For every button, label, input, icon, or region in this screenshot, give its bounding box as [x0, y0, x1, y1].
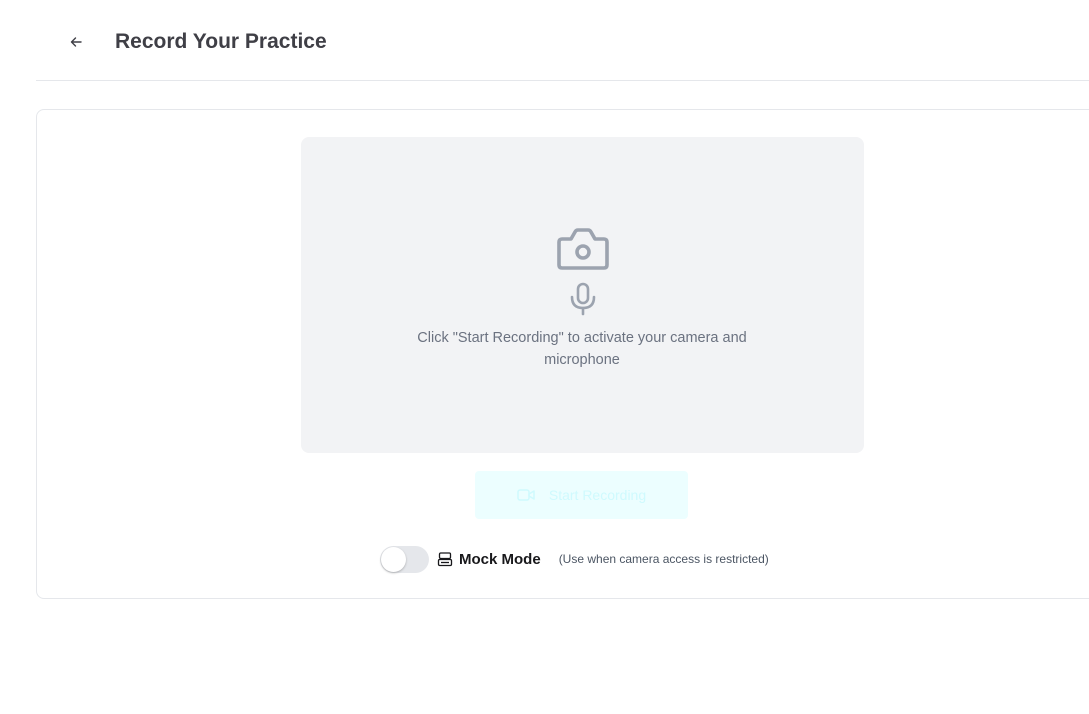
camera-preview: Click "Start Recording" to activate your…: [301, 137, 864, 453]
page-title: Record Your Practice: [115, 30, 327, 53]
mock-mode-note: (Use when camera access is restricted): [558, 552, 769, 566]
toggle-knob: [381, 546, 406, 572]
mock-mode-toggle[interactable]: [380, 545, 429, 573]
mock-mode-label: Mock Mode: [459, 550, 541, 568]
start-recording-button[interactable]: Start Recording: [475, 471, 688, 519]
recording-card: Click "Start Recording" to activate your…: [36, 109, 1089, 599]
robot-icon: [437, 552, 453, 567]
arrow-left-icon: [70, 37, 82, 47]
page-header: Record Your Practice: [36, 0, 1089, 81]
mock-mode-row: Mock Mode (Use when camera access is res…: [380, 544, 769, 574]
back-button[interactable]: [62, 28, 90, 56]
start-recording-label: Start Recording: [548, 487, 647, 503]
camera-icon: [557, 228, 609, 270]
video-camera-icon: [517, 489, 535, 501]
microphone-icon: [570, 282, 596, 316]
preview-hint-text: Click "Start Recording" to activate your…: [417, 330, 747, 368]
